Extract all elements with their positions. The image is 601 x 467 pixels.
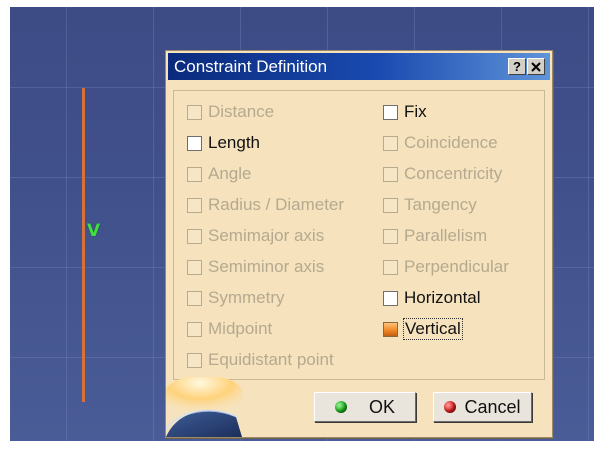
option-equidistant-point: Equidistant point — [187, 349, 334, 371]
concentricity-checkbox — [383, 166, 398, 182]
distance-checkbox — [187, 104, 202, 120]
vertical-label: Vertical — [403, 318, 463, 340]
option-horizontal[interactable]: Horizontal — [383, 287, 481, 309]
option-concentricity: Concentricity — [383, 163, 502, 185]
cancel-icon — [444, 401, 457, 413]
symmetry-label: Symmetry — [208, 288, 285, 307]
constraint-options-panel: Distance Length Angle Radius / Diameter Semi… — [173, 90, 545, 380]
fix-label: Fix — [404, 102, 427, 121]
vertical-checkbox[interactable] — [383, 321, 398, 337]
horizontal-label: Horizontal — [404, 288, 481, 307]
ok-icon — [334, 401, 347, 413]
grid-line — [66, 7, 67, 441]
option-symmetry: Symmetry — [187, 287, 285, 309]
cancel-label: Cancel — [464, 396, 521, 417]
option-distance: Distance — [187, 101, 274, 123]
symmetry-checkbox — [187, 290, 202, 306]
close-button[interactable] — [527, 58, 545, 75]
parallelism-label: Parallelism — [404, 226, 488, 245]
perpendicular-checkbox — [383, 259, 398, 275]
option-parallelism: Parallelism — [383, 225, 487, 247]
semiminor-axis-checkbox — [187, 259, 202, 275]
equidistant-point-checkbox — [187, 352, 202, 368]
option-radius-diameter: Radius / Diameter — [187, 194, 344, 216]
coincidence-label: Coincidence — [404, 133, 498, 152]
angle-checkbox — [187, 166, 202, 182]
grid-line — [588, 7, 589, 441]
option-angle: Angle — [187, 163, 251, 185]
help-button[interactable]: ? — [508, 58, 526, 75]
semiminor-axis-label: Semiminor axis — [208, 257, 325, 276]
sketch-line[interactable] — [82, 88, 85, 402]
radius-diameter-label: Radius / Diameter — [208, 195, 345, 214]
option-length[interactable]: Length — [187, 132, 260, 154]
tangency-checkbox — [383, 197, 398, 213]
midpoint-label: Midpoint — [208, 319, 273, 338]
horizontal-checkbox[interactable] — [383, 290, 398, 306]
coincidence-checkbox — [383, 135, 398, 151]
option-semimajor-axis: Semimajor axis — [187, 225, 324, 247]
midpoint-checkbox — [187, 321, 202, 337]
concentricity-label: Concentricity — [404, 164, 503, 183]
option-semiminor-axis: Semiminor axis — [187, 256, 324, 278]
ok-button[interactable]: OK — [314, 392, 416, 422]
close-icon — [531, 62, 541, 72]
semimajor-axis-checkbox — [187, 228, 202, 244]
grid-line — [153, 7, 154, 441]
equidistant-point-label: Equidistant point — [208, 350, 334, 369]
constraint-definition-dialog: Constraint Definition ? Distance Length An… — [165, 50, 553, 438]
fix-checkbox[interactable] — [383, 104, 398, 120]
option-vertical[interactable]: Vertical — [383, 318, 463, 340]
dialog-title: Constraint Definition — [174, 57, 328, 76]
radius-diameter-checkbox — [187, 197, 202, 213]
option-fix[interactable]: Fix — [383, 101, 427, 123]
tangency-label: Tangency — [404, 195, 477, 214]
option-tangency: Tangency — [383, 194, 477, 216]
vertical-constraint-symbol[interactable]: V — [87, 221, 100, 241]
length-checkbox[interactable] — [187, 135, 202, 151]
cancel-button[interactable]: Cancel — [433, 392, 532, 422]
option-coincidence: Coincidence — [383, 132, 498, 154]
dialog-title-bar[interactable]: Constraint Definition ? — [168, 53, 550, 80]
decorative-swoosh — [166, 377, 242, 437]
semimajor-axis-label: Semimajor axis — [208, 226, 325, 245]
angle-label: Angle — [208, 164, 252, 183]
parallelism-checkbox — [383, 228, 398, 244]
distance-label: Distance — [208, 102, 275, 121]
length-label: Length — [208, 133, 260, 152]
option-midpoint: Midpoint — [187, 318, 272, 340]
option-perpendicular: Perpendicular — [383, 256, 509, 278]
ok-label: OK — [368, 396, 395, 417]
perpendicular-label: Perpendicular — [404, 257, 509, 276]
